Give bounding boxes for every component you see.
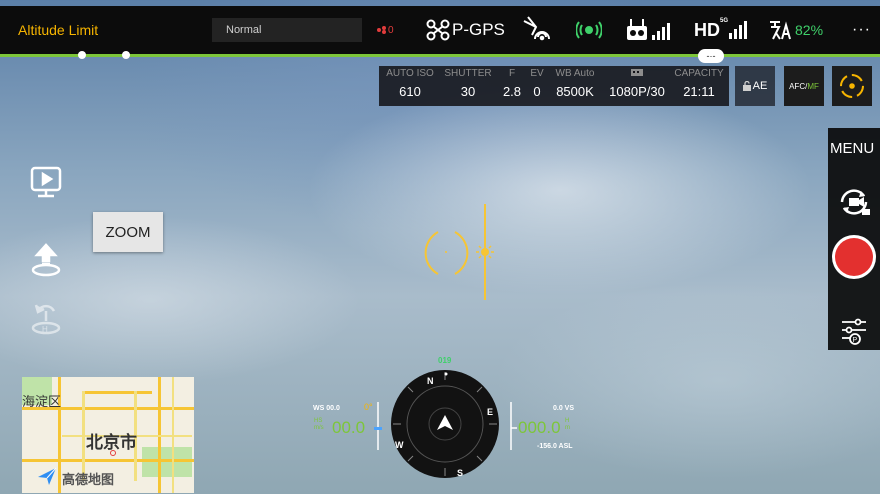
iso-param: AUTO ISO 610	[385, 68, 435, 99]
zoom-button[interactable]: ZOOM	[93, 212, 163, 252]
resolution-param: 1080P/30	[605, 68, 669, 99]
settings-icon: P	[842, 318, 866, 345]
video-format-icon	[605, 68, 669, 81]
vision-icon	[576, 21, 602, 39]
compass-north: N	[427, 376, 434, 386]
battery-progress-bar	[0, 54, 880, 57]
wb-value: 8500K	[556, 84, 594, 99]
ae-label: AE	[752, 80, 768, 92]
expand-tab-button[interactable]: -·-	[698, 49, 724, 63]
hd-video-link[interactable]: HD 5G	[694, 6, 750, 54]
playback-icon	[30, 166, 62, 198]
map-road	[82, 391, 152, 394]
more-menu-button[interactable]: ···	[852, 6, 871, 54]
warning-count: 0	[388, 24, 394, 36]
battery-marker-low	[78, 51, 86, 59]
map-brand-label: 高德地图	[62, 472, 115, 487]
horizontal-speed-value: 00.0	[332, 418, 366, 437]
focus-mode-button[interactable]: AFC/MF	[784, 66, 824, 106]
playback-button[interactable]	[26, 162, 66, 202]
camera-switch-icon	[840, 189, 870, 215]
map-brand-icon	[38, 467, 57, 485]
remote-controller-icon	[627, 19, 670, 40]
gimbal-scale	[374, 402, 382, 450]
ev-value: 0	[533, 84, 541, 99]
aperture-param: F 2.8	[499, 68, 525, 99]
capacity-param: CAPACITY 21:11	[673, 68, 725, 99]
aircraft-signal[interactable]	[522, 6, 556, 54]
altitude-value: 000.0	[518, 418, 561, 437]
ev-param: EV 0	[527, 68, 547, 99]
vision-positioning[interactable]	[576, 6, 602, 54]
shutter-label: SHUTTER	[444, 68, 492, 79]
propeller-warning-icon	[377, 26, 386, 34]
map-park	[142, 447, 192, 477]
aircraft-signal-icon	[523, 16, 550, 41]
hd-band-label: 5G	[720, 18, 729, 24]
shutter-param: SHUTTER 30	[441, 68, 495, 99]
battery-icon	[770, 21, 791, 40]
compass-west: W	[395, 440, 404, 450]
hd-label: HD	[694, 19, 720, 40]
remote-signal[interactable]	[626, 6, 674, 54]
map-location-marker	[110, 450, 116, 456]
flight-mode-field[interactable]: Normal	[212, 18, 362, 42]
takeoff-button[interactable]	[26, 240, 66, 280]
heading-value: 019	[438, 356, 452, 365]
camera-parameters-panel[interactable]: AUTO ISO 610 SHUTTER 30 F 2.8 EV 0 WB Au…	[379, 66, 729, 106]
iso-label: AUTO ISO	[386, 68, 434, 79]
warning-indicator[interactable]: 0	[376, 6, 394, 54]
compass-attitude-indicator: N E S W	[391, 370, 499, 478]
svg-text:P: P	[853, 337, 858, 344]
record-button[interactable]	[832, 235, 876, 279]
return-home-icon: H	[31, 304, 61, 335]
resolution-value: 1080P/30	[609, 84, 665, 99]
altitude-limit-warning[interactable]: Altitude Limit	[18, 6, 98, 54]
map-road	[172, 377, 174, 493]
compass-south: S	[457, 468, 463, 478]
map-road	[22, 459, 194, 462]
battery-percent: 82%	[795, 22, 824, 38]
afc-label: AFC/	[789, 81, 808, 91]
return-home-button[interactable]: H	[26, 298, 66, 338]
drone-icon	[426, 19, 450, 41]
altitude-unit-label: Hm	[565, 418, 570, 431]
mf-label: MF	[807, 81, 819, 91]
shutter-value: 30	[460, 84, 476, 99]
focus-icon	[840, 74, 864, 98]
gps-status[interactable]: P-GPS	[426, 6, 505, 54]
hs-unit-label: HS m/s	[314, 418, 324, 431]
mini-map[interactable]: 海淀区 北京市 高德地图	[22, 377, 194, 493]
photo-video-switch-button[interactable]	[834, 182, 874, 222]
aperture-value: 2.8	[502, 84, 522, 99]
svg-text:H: H	[42, 325, 48, 334]
takeoff-icon	[31, 243, 61, 277]
video-signal-icon	[729, 21, 748, 39]
capacity-value: 21:11	[683, 84, 715, 99]
altitude-asl: -156.0 ASL	[537, 443, 573, 450]
compass-east: E	[487, 407, 493, 417]
wind-speed-label: WS 00.0	[313, 405, 340, 412]
ae-lock-button[interactable]: AE	[735, 66, 775, 106]
top-status-bar: Altitude Limit Normal 0 P-GPS HD 5G 82% …	[0, 6, 880, 54]
aperture-label: F	[508, 68, 516, 79]
iso-value: 610	[399, 84, 421, 99]
battery-marker-home	[122, 51, 130, 59]
ev-label: EV	[530, 68, 544, 79]
exposure-sun-icon	[476, 243, 494, 261]
gps-mode-label: P-GPS	[452, 20, 505, 39]
camera-settings-button[interactable]: P	[836, 312, 872, 348]
battery-status[interactable]: 82%	[768, 6, 823, 54]
camera-menu-button[interactable]: MENU	[830, 140, 874, 157]
vertical-speed: 0.0 VS	[553, 405, 575, 412]
map-district-label: 海淀区	[22, 394, 62, 409]
capacity-label: CAPACITY	[674, 68, 724, 79]
altitude-scale	[510, 402, 517, 450]
focus-target-button[interactable]	[832, 66, 872, 106]
wb-label: WB Auto	[555, 68, 595, 79]
record-icon	[835, 238, 873, 276]
white-balance-param: WB Auto 8500K	[551, 68, 599, 99]
center-reticle	[424, 204, 494, 300]
lock-icon	[742, 81, 751, 91]
